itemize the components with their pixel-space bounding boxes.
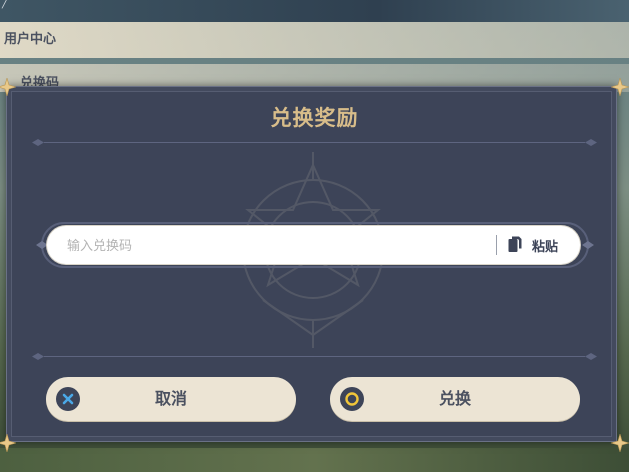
- star-corner-icon: [611, 434, 629, 452]
- redeem-code-input[interactable]: [65, 226, 489, 266]
- cancel-button[interactable]: 取消: [46, 377, 296, 421]
- star-corner-icon: [611, 78, 629, 96]
- paste-button[interactable]: 粘贴: [505, 226, 575, 264]
- background-top: ╱: [0, 0, 629, 22]
- star-corner-icon: [0, 434, 16, 452]
- back-arrow-icon: ╱: [2, 0, 9, 9]
- input-separator: [496, 235, 497, 255]
- redeem-button-label: 兑换: [438, 389, 471, 408]
- paste-icon: [508, 236, 522, 253]
- menu-item-user-center: 用户中心: [0, 22, 629, 58]
- star-corner-icon: [0, 78, 16, 96]
- dialog-title: 兑换奖励: [270, 106, 359, 130]
- redeem-button[interactable]: 兑换: [330, 377, 580, 421]
- code-input-container: 粘贴: [47, 226, 580, 266]
- cancel-button-label: 取消: [154, 389, 187, 408]
- paste-label: 粘贴: [532, 240, 559, 255]
- ornament-divider: [32, 138, 597, 147]
- ornament-divider: [32, 352, 597, 361]
- background-bottom: [0, 448, 629, 472]
